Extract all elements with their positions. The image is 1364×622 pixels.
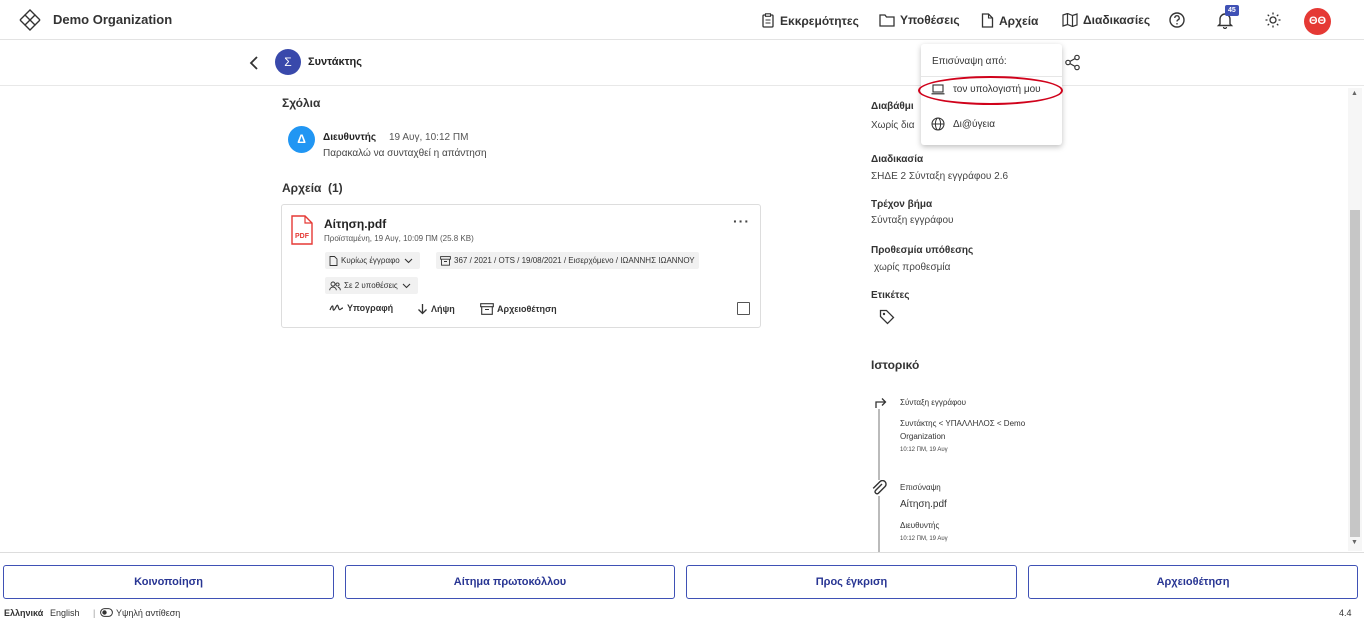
role-avatar: Σ bbox=[275, 49, 301, 75]
attach-from-diavgeia[interactable]: Δι@ύγεια bbox=[931, 117, 995, 131]
document-type-label: Κυρίως έγγραφο bbox=[341, 256, 400, 265]
nav-pending[interactable]: Εκκρεμότητες bbox=[761, 13, 859, 28]
file-card[interactable]: PDF Αίτηση.pdf Προϊσταμένη, 19 Αυγ, 10:0… bbox=[281, 204, 761, 328]
history-action: Σύνταξη εγγράφου bbox=[900, 398, 966, 407]
files-title: Αρχεία bbox=[282, 181, 322, 195]
protocol-text: 367 / 2021 / OTS / 19/08/2021 / Εισερχόμ… bbox=[454, 256, 695, 265]
sign-button[interactable]: Υπογραφή bbox=[329, 303, 393, 313]
top-bar: Demo Organization Εκκρεμότητες Υποθέσεις… bbox=[0, 0, 1364, 40]
protocol-chip: 367 / 2021 / OTS / 19/08/2021 / Εισερχόμ… bbox=[436, 252, 699, 269]
download-arrow-icon bbox=[418, 304, 427, 315]
comments-title: Σχόλια bbox=[282, 96, 321, 110]
history-file[interactable]: Αίτηση.pdf bbox=[900, 499, 947, 510]
download-label: Λήψη bbox=[431, 304, 455, 314]
org-name[interactable]: Demo Organization bbox=[53, 12, 172, 27]
history-detail: Διευθυντής bbox=[900, 521, 940, 530]
scroll-up-icon[interactable]: ▲ bbox=[1351, 90, 1358, 97]
sub-header bbox=[0, 40, 1364, 86]
pdf-icon-label: PDF bbox=[295, 233, 310, 240]
archive-box-icon bbox=[480, 303, 494, 315]
history-detail-cont: Organization bbox=[900, 432, 946, 441]
forward-arrow-icon bbox=[873, 395, 889, 409]
attach-menu-title: Επισύναψη από: bbox=[932, 56, 1007, 67]
nav-procedures[interactable]: Διαδικασίες bbox=[1062, 13, 1150, 27]
notification-badge: 45 bbox=[1225, 5, 1239, 16]
chevron-down-icon bbox=[402, 283, 411, 289]
archive-box-icon bbox=[440, 255, 451, 266]
archive-label: Αρχειοθέτηση bbox=[497, 304, 557, 314]
more-options-icon[interactable]: ··· bbox=[733, 213, 750, 229]
attach-from-diavgeia-label: Δι@ύγεια bbox=[953, 118, 995, 130]
bottom-action-bar: Κοινοποίηση Αίτημα πρωτοκόλλου Προς έγκρ… bbox=[0, 552, 1364, 622]
deadline-label: Προθεσμία υπόθεσης bbox=[871, 245, 974, 256]
step-label: Τρέχον βήμα bbox=[871, 199, 933, 210]
files-count: (1) bbox=[328, 181, 343, 195]
comment-author: Διευθυντής bbox=[323, 132, 377, 143]
language-english[interactable]: English bbox=[50, 608, 80, 618]
signature-icon bbox=[329, 304, 344, 311]
highlight-annotation bbox=[918, 76, 1063, 105]
language-greek[interactable]: Ελληνικά bbox=[4, 608, 43, 618]
history-time: 10:12 ΠΜ, 19 Αυγ bbox=[900, 536, 948, 542]
download-button[interactable]: Λήψη bbox=[417, 303, 455, 315]
back-arrow-icon[interactable] bbox=[248, 56, 260, 70]
user-avatar[interactable]: ΘΘ bbox=[1304, 8, 1331, 35]
deadline-value: χωρίς προθεσμία bbox=[874, 262, 951, 273]
access-value: Χωρίς δια bbox=[871, 120, 915, 131]
file-select-checkbox[interactable] bbox=[737, 302, 750, 315]
nav-pending-label: Εκκρεμότητες bbox=[780, 13, 859, 28]
sign-label: Υπογραφή bbox=[347, 303, 394, 313]
nav-cases[interactable]: Υποθέσεις bbox=[879, 13, 960, 27]
high-contrast-label[interactable]: Υψηλή αντίθεση bbox=[116, 608, 180, 618]
scroll-down-icon[interactable]: ▼ bbox=[1351, 539, 1358, 546]
file-icon bbox=[981, 13, 994, 28]
history-action: Επισύναψη bbox=[900, 483, 941, 492]
comment-text: Παρακαλώ να συνταχθεί η απάντηση bbox=[323, 148, 487, 159]
send-for-approval-button[interactable]: Προς έγκριση bbox=[686, 565, 1017, 599]
file-name[interactable]: Αίτηση.pdf bbox=[324, 217, 386, 231]
procedure-label: Διαδικασία bbox=[871, 154, 924, 165]
tag-icon[interactable] bbox=[879, 309, 895, 325]
clipboard-icon bbox=[762, 13, 774, 28]
footer-divider: | bbox=[93, 608, 96, 618]
nav-procedures-label: Διαδικασίες bbox=[1083, 13, 1151, 27]
history-title: Ιστορικό bbox=[871, 358, 920, 372]
folder-icon bbox=[879, 14, 895, 27]
history-time: 10:12 ΠΜ, 19 Αυγ bbox=[900, 447, 948, 453]
tags-label: Ετικέτες bbox=[871, 290, 910, 301]
share-notify-button[interactable]: Κοινοποίηση bbox=[3, 565, 334, 599]
history-detail: Συντάκτης < ΥΠΑΛΛΗΛΟΣ < Demo bbox=[900, 419, 1026, 428]
protocol-request-button[interactable]: Αίτημα πρωτοκόλλου bbox=[345, 565, 675, 599]
contrast-toggle-icon[interactable] bbox=[100, 608, 113, 617]
document-icon bbox=[329, 255, 338, 266]
comment-time: 19 Αυγ, 10:12 ΠΜ bbox=[389, 132, 469, 143]
pdf-file-icon: PDF bbox=[291, 215, 313, 245]
archive-button[interactable]: Αρχειοθέτηση bbox=[480, 303, 557, 315]
nav-cases-label: Υποθέσεις bbox=[900, 13, 960, 27]
org-logo-icon[interactable] bbox=[18, 8, 42, 32]
comment-avatar: Δ bbox=[288, 126, 315, 153]
procedure-value[interactable]: ΣΗΔΕ 2 Σύνταξη εγγράφου 2.6 bbox=[871, 171, 1008, 182]
scrollbar[interactable]: ▲ ▼ bbox=[1348, 88, 1362, 551]
document-type-chip[interactable]: Κυρίως έγγραφο bbox=[325, 252, 420, 269]
paperclip-icon bbox=[870, 480, 888, 496]
page-title: Συντάκτης bbox=[308, 56, 362, 68]
globe-icon bbox=[931, 117, 945, 131]
chevron-down-icon bbox=[404, 258, 413, 264]
scroll-thumb[interactable] bbox=[1350, 210, 1360, 537]
access-label: Διαβάθμι bbox=[871, 101, 914, 112]
users-icon bbox=[329, 281, 341, 290]
file-meta: Προϊσταμένη, 19 Αυγ, 10:09 ΠΜ (25.8 KB) bbox=[324, 234, 474, 243]
step-value: Σύνταξη εγγράφου bbox=[871, 215, 954, 226]
help-icon[interactable] bbox=[1168, 11, 1186, 29]
cases-chip[interactable]: Σε 2 υποθέσεις bbox=[325, 277, 418, 294]
cases-label: Σε 2 υποθέσεις bbox=[344, 281, 398, 290]
nav-files[interactable]: Αρχεία bbox=[981, 13, 1038, 28]
archive-case-button[interactable]: Αρχειοθέτηση bbox=[1028, 565, 1358, 599]
share-icon[interactable] bbox=[1064, 54, 1081, 71]
nav-files-label: Αρχεία bbox=[999, 13, 1039, 28]
app-version: 4.4 bbox=[1339, 608, 1352, 618]
map-icon bbox=[1062, 13, 1078, 27]
sun-icon[interactable] bbox=[1264, 11, 1282, 29]
